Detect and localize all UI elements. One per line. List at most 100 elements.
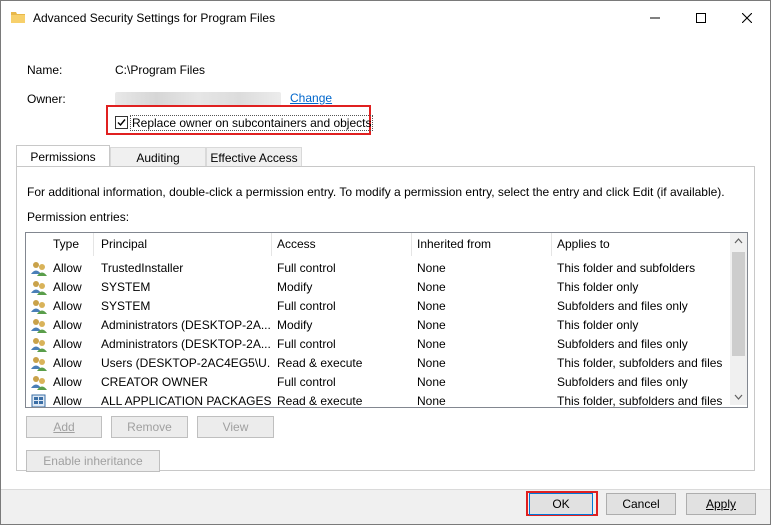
minimize-icon [650,17,660,19]
cell-access: Full control [277,375,336,389]
dialog-content: Name: C:\Program Files Owner: Change Rep… [1,35,770,489]
ok-button[interactable]: OK [529,493,593,515]
remove-button-label: Remove [127,420,172,434]
cell-principal: Administrators (DESKTOP-2A... [101,337,271,351]
permission-row[interactable]: Allow ALL APPLICATION PACKAGES Read & exec… [26,392,729,408]
user-group-icon [31,319,47,333]
advanced-security-dialog: Advanced Security Settings for Program F… [0,0,771,525]
cell-principal: ALL APPLICATION PACKAGES [101,394,271,408]
cell-inherited: None [417,280,446,294]
permission-row[interactable]: Allow Users (DESKTOP-2AC4EG5\U... Read & e… [26,354,729,373]
cell-type: Allow [53,394,82,408]
cell-type: Allow [53,261,82,275]
view-button[interactable]: View [197,416,274,438]
enable-inheritance-button[interactable]: Enable inheritance [26,450,160,472]
column-header-inherited-from[interactable]: Inherited from [412,233,552,256]
column-header-access[interactable]: Access [272,233,412,256]
remove-button[interactable]: Remove [111,416,188,438]
permission-row[interactable]: Allow Administrators (DESKTOP-2A... Full c… [26,335,729,354]
cell-type: Allow [53,375,82,389]
cell-inherited: None [417,318,446,332]
name-label: Name: [27,63,63,77]
dialog-footer: OK Cancel Apply [1,489,770,524]
user-group-icon [31,357,47,371]
cell-type: Allow [53,299,82,313]
add-button[interactable]: Add [26,416,102,438]
apply-button-label: Apply [705,497,737,511]
apply-button[interactable]: Apply [686,493,756,515]
enable-inheritance-label: Enable inheritance [43,454,143,468]
column-header-applies-to[interactable]: Applies to [552,233,729,256]
cell-inherited: None [417,394,446,408]
maximize-button[interactable] [678,1,724,35]
cell-inherited: None [417,261,446,275]
add-button-label: Add [53,420,75,434]
app-packages-icon [31,394,46,407]
cell-access: Full control [277,299,336,313]
cell-principal: SYSTEM [101,280,151,294]
permission-entries-label: Permission entries: [27,210,130,224]
cell-applies: This folder, subfolders and files [557,394,723,408]
permission-row[interactable]: Allow TrustedInstaller Full control None Thi… [26,259,729,278]
cell-inherited: None [417,337,446,351]
column-header-principal[interactable]: Principal [96,233,272,256]
cell-access: Full control [277,261,336,275]
list-scrollbar[interactable] [730,233,747,405]
change-owner-link[interactable]: Change [290,91,332,105]
folder-icon [11,12,25,23]
scrollbar-thumb[interactable] [732,252,745,356]
user-group-icon [31,376,47,390]
cell-access: Read & execute [277,356,363,370]
cell-inherited: None [417,299,446,313]
minimize-button[interactable] [632,1,678,35]
tab-effective-access[interactable]: Effective Access [206,147,302,167]
cell-principal: Users (DESKTOP-2AC4EG5\U... [101,356,271,370]
view-button-label: View [222,420,249,434]
cell-principal: CREATOR OWNER [101,375,208,389]
cell-applies: This folder only [557,280,639,294]
replace-owner-label[interactable]: Replace owner on subcontainers and objec… [130,115,374,131]
name-value: C:\Program Files [115,63,206,77]
cell-inherited: None [417,375,446,389]
user-group-icon [31,300,47,314]
cell-access: Read & execute [277,394,363,408]
cell-type: Allow [53,318,82,332]
cell-type: Allow [53,356,82,370]
cell-type: Allow [53,337,82,351]
maximize-icon [696,13,706,23]
user-group-icon [31,338,47,352]
cell-applies: Subfolders and files only [557,337,688,351]
user-group-icon [31,281,47,295]
cell-inherited: None [417,356,446,370]
permissions-info-text: For additional information, double-click… [27,185,725,199]
column-header-type[interactable]: Type [48,233,94,256]
scroll-down-icon[interactable] [730,388,747,405]
checkmark-icon [117,119,126,127]
permission-row[interactable]: Allow SYSTEM Modify None This folder only [26,278,729,297]
user-group-icon [31,262,47,276]
cell-applies: This folder only [557,318,639,332]
owner-value-redacted [115,92,281,106]
permission-row[interactable]: Allow Administrators (DESKTOP-2A... Modify… [26,316,729,335]
cell-access: Full control [277,337,336,351]
cell-applies: This folder and subfolders [557,261,696,275]
close-button[interactable] [724,1,770,35]
scroll-up-icon[interactable] [730,233,747,250]
cell-applies: Subfolders and files only [557,375,688,389]
cancel-button[interactable]: Cancel [606,493,676,515]
cell-principal: SYSTEM [101,299,151,313]
tab-auditing[interactable]: Auditing [110,147,206,167]
permission-row[interactable]: Allow CREATOR OWNER Full control None Subfol… [26,373,729,392]
window-title: Advanced Security Settings for Program F… [33,11,276,25]
cell-applies: This folder, subfolders and files [557,356,723,370]
close-icon [742,13,752,23]
cell-applies: Subfolders and files only [557,299,688,313]
replace-owner-checkbox[interactable] [115,116,128,129]
tab-permissions[interactable]: Permissions [16,145,110,168]
cell-access: Modify [277,318,313,332]
cell-access: Modify [277,280,313,294]
cell-principal: TrustedInstaller [101,261,184,275]
permission-row[interactable]: Allow SYSTEM Full control None Subfolders an… [26,297,729,316]
permission-entries-list[interactable]: Type Principal Access Inherited from App… [25,232,748,408]
title-bar: Advanced Security Settings for Program F… [1,1,770,35]
